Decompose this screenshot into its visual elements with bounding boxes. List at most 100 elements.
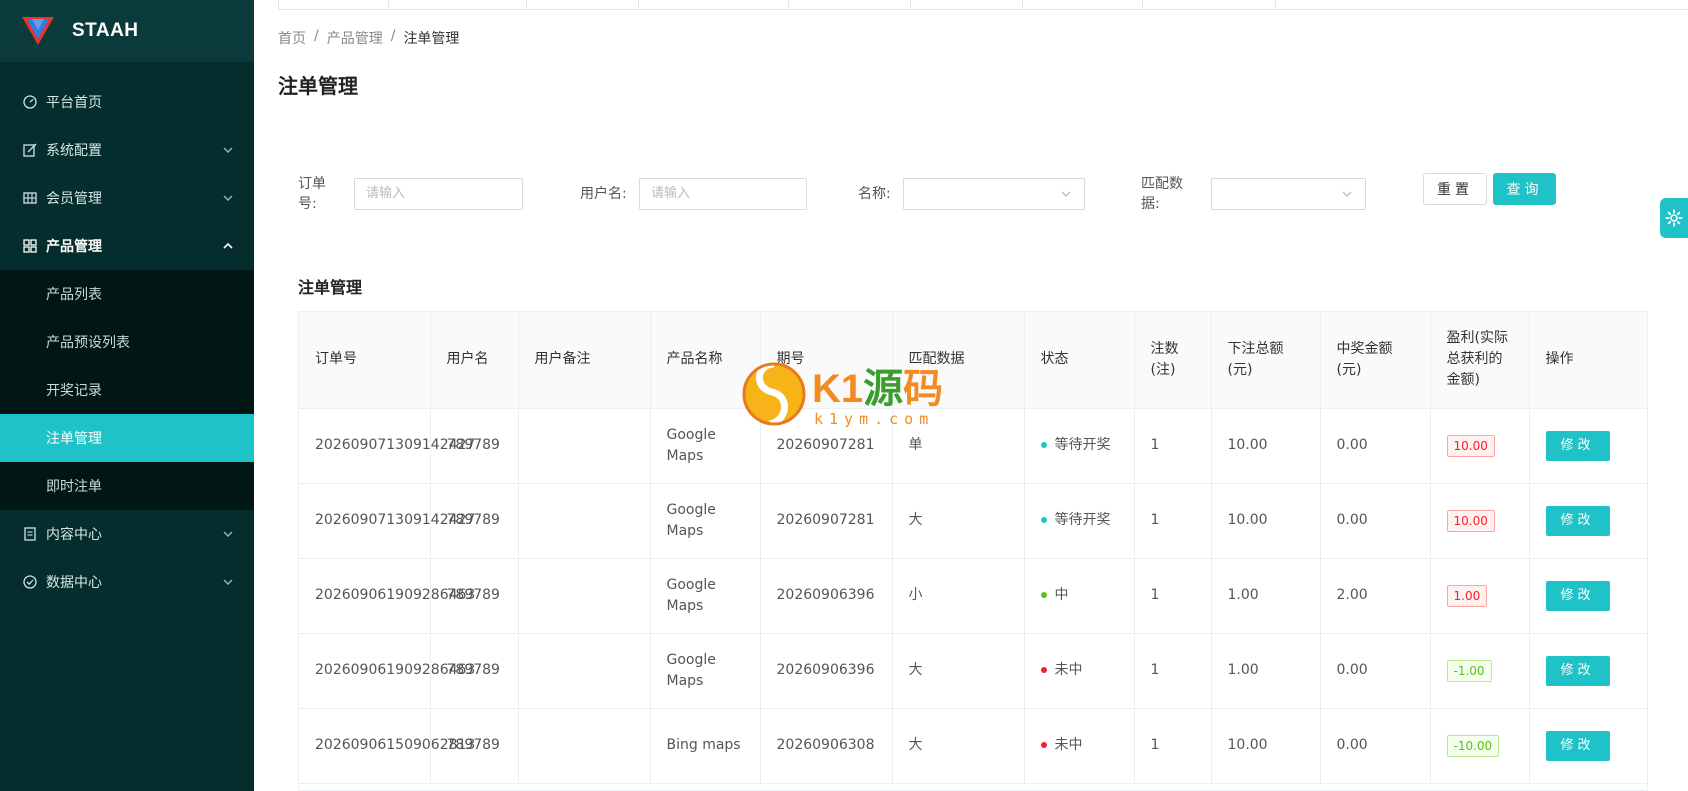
match-data-cell: 单 xyxy=(892,408,1025,484)
tab-stub[interactable] xyxy=(527,0,639,9)
gear-icon xyxy=(1665,209,1683,227)
submenu-container: 产品列表 产品预设列表 开奖记录 注单管理 即时注单 xyxy=(0,270,254,510)
column-header: 用户名 xyxy=(430,312,519,409)
breadcrumb-parent[interactable]: 产品管理 xyxy=(327,28,383,48)
order-no-cell: 202609061909286463 xyxy=(299,558,475,634)
submenu-item-bet-management[interactable]: 注单管理 xyxy=(0,414,254,462)
bet-count-cell: 1 xyxy=(1134,558,1212,634)
match-data-cell: 小 xyxy=(892,558,1025,634)
column-header: 匹配数据 xyxy=(892,312,1025,409)
status-dot xyxy=(1040,667,1047,673)
check-circle-icon xyxy=(22,574,38,590)
issue-no-cell: 20260907281 xyxy=(760,408,893,484)
match-data-cell: 大 xyxy=(892,633,1025,709)
sidebar-item-data-center[interactable]: 数据中心 xyxy=(0,558,254,606)
submenu-item-live-bets[interactable]: 即时注单 xyxy=(0,462,254,510)
column-header: 中奖金额(元) xyxy=(1320,312,1431,409)
match-data-cell: 大 xyxy=(892,483,1025,559)
product-name-cell: Google Maps xyxy=(650,633,761,709)
column-header: 状态 xyxy=(1024,312,1135,409)
name-select[interactable] xyxy=(903,178,1085,210)
tab-stub[interactable] xyxy=(639,0,789,9)
table-row: 202609061909286463 789789 Google Maps 20260… xyxy=(299,633,1647,709)
edit-button[interactable]: 修改 xyxy=(1545,580,1610,611)
table-row: 202609061509062813 789789 Bing maps 2026090… xyxy=(299,708,1647,784)
profit-tag: 1.00 xyxy=(1446,584,1488,607)
edit-button[interactable]: 修改 xyxy=(1545,505,1610,536)
edit-button[interactable]: 修改 xyxy=(1545,730,1610,761)
profit-cell: -1.00 xyxy=(1430,633,1530,709)
sidebar-item-products[interactable]: 产品管理 xyxy=(0,222,254,270)
submenu-item-product-list[interactable]: 产品列表 xyxy=(0,270,254,318)
action-cell: 修改 xyxy=(1529,633,1647,709)
issue-no-cell: 20260906396 xyxy=(760,558,893,634)
query-button[interactable]: 查询 xyxy=(1493,173,1556,205)
status-cell: 未中 xyxy=(1024,633,1135,709)
reset-button[interactable]: 重置 xyxy=(1423,173,1487,205)
win-amount-cell: 0.00 xyxy=(1320,633,1431,709)
tab-stub[interactable] xyxy=(789,0,911,9)
edit-icon xyxy=(22,142,38,158)
top-right-panel xyxy=(1142,0,1688,10)
status-cell: 等待开奖 xyxy=(1024,483,1135,559)
match-data-label: 匹配数据: xyxy=(1141,176,1183,212)
username-input[interactable]: 请输入 xyxy=(639,178,807,210)
action-cell: 修改 xyxy=(1529,483,1647,559)
tab-stub[interactable] xyxy=(911,0,1023,9)
bet-total-cell: 10.00 xyxy=(1211,483,1321,559)
win-amount-cell: 2.00 xyxy=(1320,558,1431,634)
sidebar-item-content-center[interactable]: 内容中心 xyxy=(0,510,254,558)
status-text: 未中 xyxy=(1054,737,1083,753)
main-content: 首页 / 产品管理 / 注单管理 注单管理 订单号: 请输入 用户名: 请输入 … xyxy=(254,0,1688,791)
bet-table: 订单号 用户名 用户备注 产品名称 期号 匹配数据 状态 注数(注) 下注总额(元) 中奖金额(元… xyxy=(298,311,1648,791)
status-text: 等待开奖 xyxy=(1054,512,1111,528)
submenu-item-draw-records[interactable]: 开奖记录 xyxy=(0,366,254,414)
sidebar-item-system-config[interactable]: 系统配置 xyxy=(0,126,254,174)
sidebar-menu: 平台首页 系统配置 会员管理 产品管理 产品列表 产品预设列表 开奖记录 注单管… xyxy=(0,62,254,606)
column-header: 下注总额(元) xyxy=(1211,312,1321,409)
bet-count-cell: 1 xyxy=(1134,633,1212,709)
chevron-down-icon xyxy=(1342,191,1352,197)
username-label: 用户名: xyxy=(580,186,627,202)
sidebar-item-home[interactable]: 平台首页 xyxy=(0,78,254,126)
product-name-cell: Google Maps xyxy=(650,558,761,634)
profit-tag: 10.00 xyxy=(1446,434,1495,457)
chevron-down-icon xyxy=(1061,191,1071,197)
sidebar-item-label: 产品管理 xyxy=(46,239,102,255)
issue-no-cell: 20260906396 xyxy=(760,633,893,709)
column-header: 期号 xyxy=(760,312,893,409)
settings-drawer-button[interactable] xyxy=(1660,198,1688,238)
edit-button[interactable]: 修改 xyxy=(1545,430,1610,461)
status-cell: 未中 xyxy=(1024,708,1135,784)
table-row: 202609071309142427 789789 Google Maps 20260… xyxy=(299,408,1647,484)
sidebar: STAAH 平台首页 系统配置 会员管理 产品管理 产品列表 产品预设列表 开奖… xyxy=(0,0,254,791)
status-dot xyxy=(1040,442,1047,448)
status-text: 中 xyxy=(1054,587,1069,603)
edit-button[interactable]: 修改 xyxy=(1545,655,1610,686)
column-header: 订单号 xyxy=(299,312,431,409)
breadcrumb-separator: / xyxy=(314,28,319,44)
brand-name: STAAH xyxy=(72,20,139,41)
tab-stub[interactable] xyxy=(279,0,389,9)
order-no-input[interactable]: 请输入 xyxy=(354,178,523,210)
column-header: 盈利(实际总获利的金额) xyxy=(1430,312,1530,409)
breadcrumb-home[interactable]: 首页 xyxy=(278,28,306,48)
user-note-cell xyxy=(518,483,651,559)
submenu-products: 产品列表 产品预设列表 开奖记录 注单管理 即时注单 xyxy=(0,270,254,510)
tab-stub[interactable] xyxy=(389,0,527,9)
status-dot xyxy=(1040,742,1047,748)
sidebar-item-members[interactable]: 会员管理 xyxy=(0,174,254,222)
submenu-item-product-presets[interactable]: 产品预设列表 xyxy=(0,318,254,366)
grid-icon xyxy=(22,238,38,254)
brand[interactable]: STAAH xyxy=(0,0,254,62)
product-name-cell: Google Maps xyxy=(650,408,761,484)
user-note-cell xyxy=(518,408,651,484)
app-root: STAAH 平台首页 系统配置 会员管理 产品管理 产品列表 产品预设列表 开奖… xyxy=(0,0,1688,791)
logo-icon xyxy=(22,17,54,45)
section-title: 注单管理 xyxy=(298,278,363,297)
status-cell: 等待开奖 xyxy=(1024,408,1135,484)
chevron-down-icon xyxy=(223,147,233,153)
breadcrumb-separator: / xyxy=(390,28,396,44)
match-data-select[interactable] xyxy=(1211,178,1366,210)
name-label: 名称: xyxy=(858,186,891,202)
